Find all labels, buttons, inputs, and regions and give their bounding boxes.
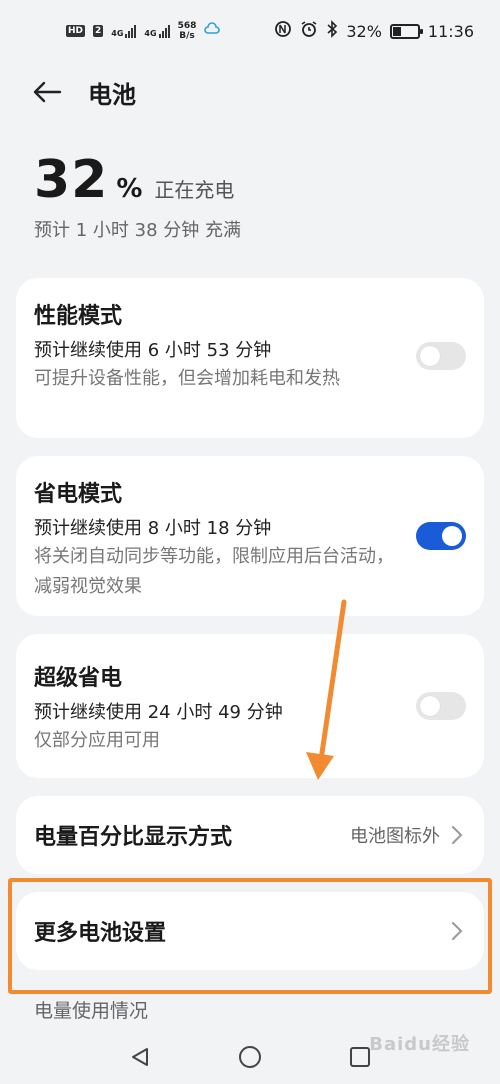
percentage-display-label: 电量百分比显示方式 [34,825,233,850]
ultra-power-saving-title: 超级省电 [34,666,123,691]
power-saving-mode-title: 省电模式 [34,482,123,507]
nfc-icon [274,20,292,42]
battery-level-unit: % [116,174,143,204]
watermark: Baidu经验 [369,1034,470,1055]
nav-home-button[interactable] [230,1037,270,1077]
network-speed: 568 B/s [178,21,197,41]
percentage-display-value-group: 电池图标外 [350,822,464,848]
back-button[interactable] [22,67,72,117]
sim2-badge: 2 [93,25,104,37]
circle-home-icon [239,1046,261,1068]
square-recent-icon [350,1047,370,1067]
battery-level: 32 % 正在充电 [34,150,234,210]
charge-eta: 预计 1 小时 38 分钟 充满 [34,220,241,241]
net2-label: 4G [144,29,157,38]
ultra-power-saving-toggle[interactable] [416,692,466,720]
charging-status: 正在充电 [154,178,235,202]
status-bar: HD 2 4G 4G 568 B/s 32% 11:36 [0,0,500,62]
more-battery-settings-label: 更多电池设置 [34,921,167,946]
toggle-knob [442,526,462,546]
triangle-back-icon [132,1048,148,1066]
battery-fill [392,26,402,36]
performance-mode-toggle[interactable] [416,342,466,370]
cloud-icon [204,22,221,40]
percentage-display-value: 电池图标外 [350,826,440,847]
power-saving-mode-toggle[interactable] [416,522,466,550]
speed-unit: B/s [179,31,195,41]
ultra-power-saving-estimate: 预计继续使用 24 小时 49 分钟 [34,702,283,723]
status-right: 32% 11:36 [274,20,474,42]
more-battery-settings-row[interactable]: 更多电池设置 [16,892,484,970]
app-header: 电池 [0,62,500,122]
ultra-power-saving-card: 超级省电 预计继续使用 24 小时 49 分钟 仅部分应用可用 [16,634,484,778]
performance-mode-title: 性能模式 [34,304,123,329]
net1-label: 4G [111,29,124,38]
back-arrow-icon [33,81,62,103]
signal-icon-1: 4G [111,24,137,38]
toggle-knob [420,346,440,366]
status-left: HD 2 4G 4G 568 B/s [66,21,221,41]
signal-icon-2: 4G [144,24,170,38]
nav-back-button[interactable] [120,1037,160,1077]
hd-badge: HD [66,25,86,37]
power-saving-mode-card: 省电模式 预计继续使用 8 小时 18 分钟 将关闭自动同步等功能，限制应用后台… [16,456,484,616]
chevron-right-icon [452,826,463,844]
power-saving-mode-estimate: 预计继续使用 8 小时 18 分钟 [34,518,272,539]
performance-mode-estimate: 预计继续使用 6 小时 53 分钟 [34,340,272,361]
more-battery-settings-chevron-group [450,919,464,943]
performance-mode-description: 可提升设备性能，但会增加耗电和发热 [34,368,340,389]
alarm-icon [300,20,318,42]
power-saving-mode-description: 将关闭自动同步等功能，限制应用后台活动，减弱视觉效果 [34,546,394,597]
performance-mode-card: 性能模式 预计继续使用 6 小时 53 分钟 可提升设备性能，但会增加耗电和发热 [16,278,484,438]
speed-value: 568 [177,21,197,31]
ultra-power-saving-description: 仅部分应用可用 [34,730,160,751]
battery-icon [389,23,423,39]
chevron-right-icon [452,922,463,940]
bluetooth-icon [326,20,338,42]
percentage-display-row[interactable]: 电量百分比显示方式 电池图标外 [16,796,484,874]
battery-level-number: 32 [34,150,109,210]
page-title: 电池 [88,80,136,109]
usage-section-label: 电量使用情况 [34,1000,149,1022]
status-time: 11:36 [427,21,474,41]
toggle-knob [420,696,440,716]
battery-percent: 32% [346,21,382,41]
